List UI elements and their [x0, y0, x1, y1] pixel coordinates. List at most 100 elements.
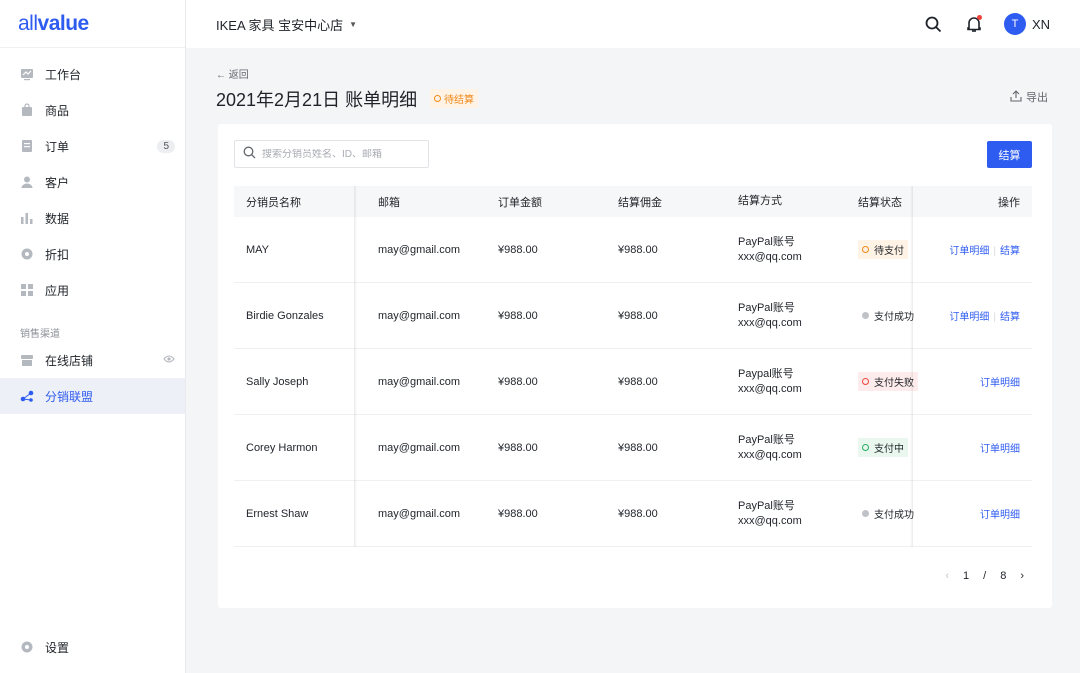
actions-cell: 订单明细: [918, 440, 1032, 455]
status-label: 支付中: [874, 444, 904, 455]
search-icon: [243, 146, 256, 162]
actions-cell: 订单明细: [918, 506, 1032, 521]
store-name: IKEA 家具 宝安中心店: [216, 17, 344, 33]
current-page[interactable]: 1: [963, 570, 969, 582]
method-account: xxx@qq.com: [738, 382, 802, 395]
bar-chart-icon: [20, 211, 34, 225]
store-switcher[interactable]: IKEA 家具 宝安中心店 ▼: [216, 15, 357, 34]
export-button[interactable]: 导出: [1010, 89, 1048, 105]
search-icon[interactable]: [924, 14, 944, 34]
status-badge: 待结算: [430, 89, 478, 108]
search-box[interactable]: [234, 140, 429, 168]
logo[interactable]: allvalue: [0, 0, 185, 48]
username[interactable]: XN: [1032, 17, 1050, 32]
eye-icon[interactable]: [163, 353, 175, 367]
sidebar-item-label: 在线店铺: [45, 353, 94, 368]
status-dot-icon: [862, 510, 869, 517]
page-divider: /: [983, 570, 987, 582]
pagination: ‹ 1 / 8 ›: [931, 570, 1024, 582]
gear-discount-icon: [20, 247, 34, 261]
sidebar-item-online-store[interactable]: 在线店铺: [0, 342, 185, 378]
sidebar-item-settings[interactable]: 设置: [0, 629, 185, 665]
method-cell: PayPal账号 xxx@qq.com: [738, 301, 858, 331]
status-badge: 支付失败: [858, 372, 918, 391]
sidebar-item-apps[interactable]: 应用: [0, 272, 185, 308]
sidebar-item-customers[interactable]: 客户: [0, 164, 185, 200]
prev-page-icon[interactable]: ‹: [945, 570, 949, 582]
sidebar-item-data[interactable]: 数据: [0, 200, 185, 236]
user-icon: [20, 175, 34, 189]
sidebar-item-products[interactable]: 商品: [0, 92, 185, 128]
fixed-column-shadow-right: [910, 186, 913, 547]
method-label: PayPal账号: [738, 301, 795, 314]
email-cell: may@gmail.com: [378, 243, 461, 256]
settle-button[interactable]: 结算: [987, 141, 1032, 168]
sidebar-item-affiliate[interactable]: 分销联盟: [0, 378, 185, 414]
order-detail-link[interactable]: 订单明细: [949, 246, 989, 257]
email-cell: may@gmail.com: [378, 309, 461, 322]
back-link[interactable]: ← 返回: [216, 66, 249, 81]
order-detail-link[interactable]: 订单明细: [980, 444, 1020, 455]
sidebar-item-label: 设置: [45, 640, 70, 655]
status-badge-label: 待结算: [444, 95, 474, 106]
status-badge: 支付成功: [858, 306, 918, 325]
method-account: xxx@qq.com: [738, 250, 802, 263]
logo-bold-text: value: [37, 11, 90, 35]
status-label: 支付成功: [874, 312, 914, 323]
settle-link[interactable]: 结算: [1000, 246, 1020, 257]
method-account: xxx@qq.com: [738, 514, 802, 527]
sidebar-item-label: 工作台: [45, 67, 82, 82]
sidebar-item-label: 商品: [45, 103, 70, 118]
status-cell: 支付失败: [858, 372, 918, 391]
email-cell: may@gmail.com: [378, 441, 461, 454]
method-account: xxx@qq.com: [738, 316, 802, 329]
sidebar-item-discounts[interactable]: 折扣: [0, 236, 185, 272]
sidebar-item-label: 折扣: [45, 247, 70, 262]
dashboard-icon: [20, 67, 34, 81]
back-label: 返回: [228, 70, 249, 81]
commission-cell: ¥988.00: [618, 243, 658, 256]
order-detail-link[interactable]: 订单明细: [980, 510, 1020, 521]
email-cell: may@gmail.com: [378, 375, 461, 388]
avatar[interactable]: T: [1003, 13, 1026, 35]
settle-link[interactable]: 结算: [1000, 312, 1020, 323]
sidebar-item-label: 数据: [45, 211, 70, 226]
upload-icon: [1010, 89, 1022, 105]
amount-cell: ¥988.00: [498, 243, 538, 256]
page-title: 2021年2月21日 账单明细: [216, 90, 418, 110]
method-label: PayPal账号: [738, 433, 795, 446]
bag-icon: [20, 103, 34, 117]
order-detail-link[interactable]: 订单明细: [949, 312, 989, 323]
sidebar-item-orders[interactable]: 订单 5: [0, 128, 185, 164]
status-cell: 支付中: [858, 438, 918, 457]
commission-cell: ¥988.00: [618, 309, 658, 322]
email-cell: may@gmail.com: [378, 507, 461, 520]
search-input[interactable]: [262, 148, 422, 160]
column-header-method: 结算方式: [738, 195, 782, 207]
bell-icon[interactable]: [964, 14, 984, 34]
method-account: xxx@qq.com: [738, 448, 802, 461]
settlement-card: 结算 分销员名称 邮箱 订单金额 结算佣金 结算方式 结算状态 操作 MAY m…: [218, 124, 1052, 608]
status-dot-icon: [862, 378, 869, 385]
column-header-actions: 操作: [998, 196, 1020, 209]
method-cell: Paypal账号 xxx@qq.com: [738, 367, 858, 397]
method-label: Paypal账号: [738, 367, 794, 380]
arrow-left-icon: ←: [216, 70, 229, 81]
column-header-commission: 结算佣金: [618, 196, 662, 209]
commission-cell: ¥988.00: [618, 441, 658, 454]
next-page-icon[interactable]: ›: [1020, 570, 1024, 582]
actions-cell: 订单明细 | 结算: [918, 308, 1032, 323]
column-header-email: 邮箱: [378, 196, 400, 209]
export-label: 导出: [1026, 92, 1048, 104]
order-count-badge: 5: [157, 139, 175, 153]
order-detail-link[interactable]: 订单明细: [980, 378, 1020, 389]
amount-cell: ¥988.00: [498, 375, 538, 388]
main-nav: 工作台 商品 订单 5 客户 数据 折扣 应用 销售渠道 在线店铺 分销联盟: [0, 48, 185, 414]
status-circle-icon: [434, 95, 441, 102]
sidebar-item-dashboard[interactable]: 工作台: [0, 56, 185, 92]
status-label: 支付失败: [874, 378, 914, 389]
apps-icon: [20, 283, 34, 297]
column-header-amount: 订单金额: [498, 196, 542, 209]
affiliate-icon: [20, 389, 34, 403]
amount-cell: ¥988.00: [498, 507, 538, 520]
